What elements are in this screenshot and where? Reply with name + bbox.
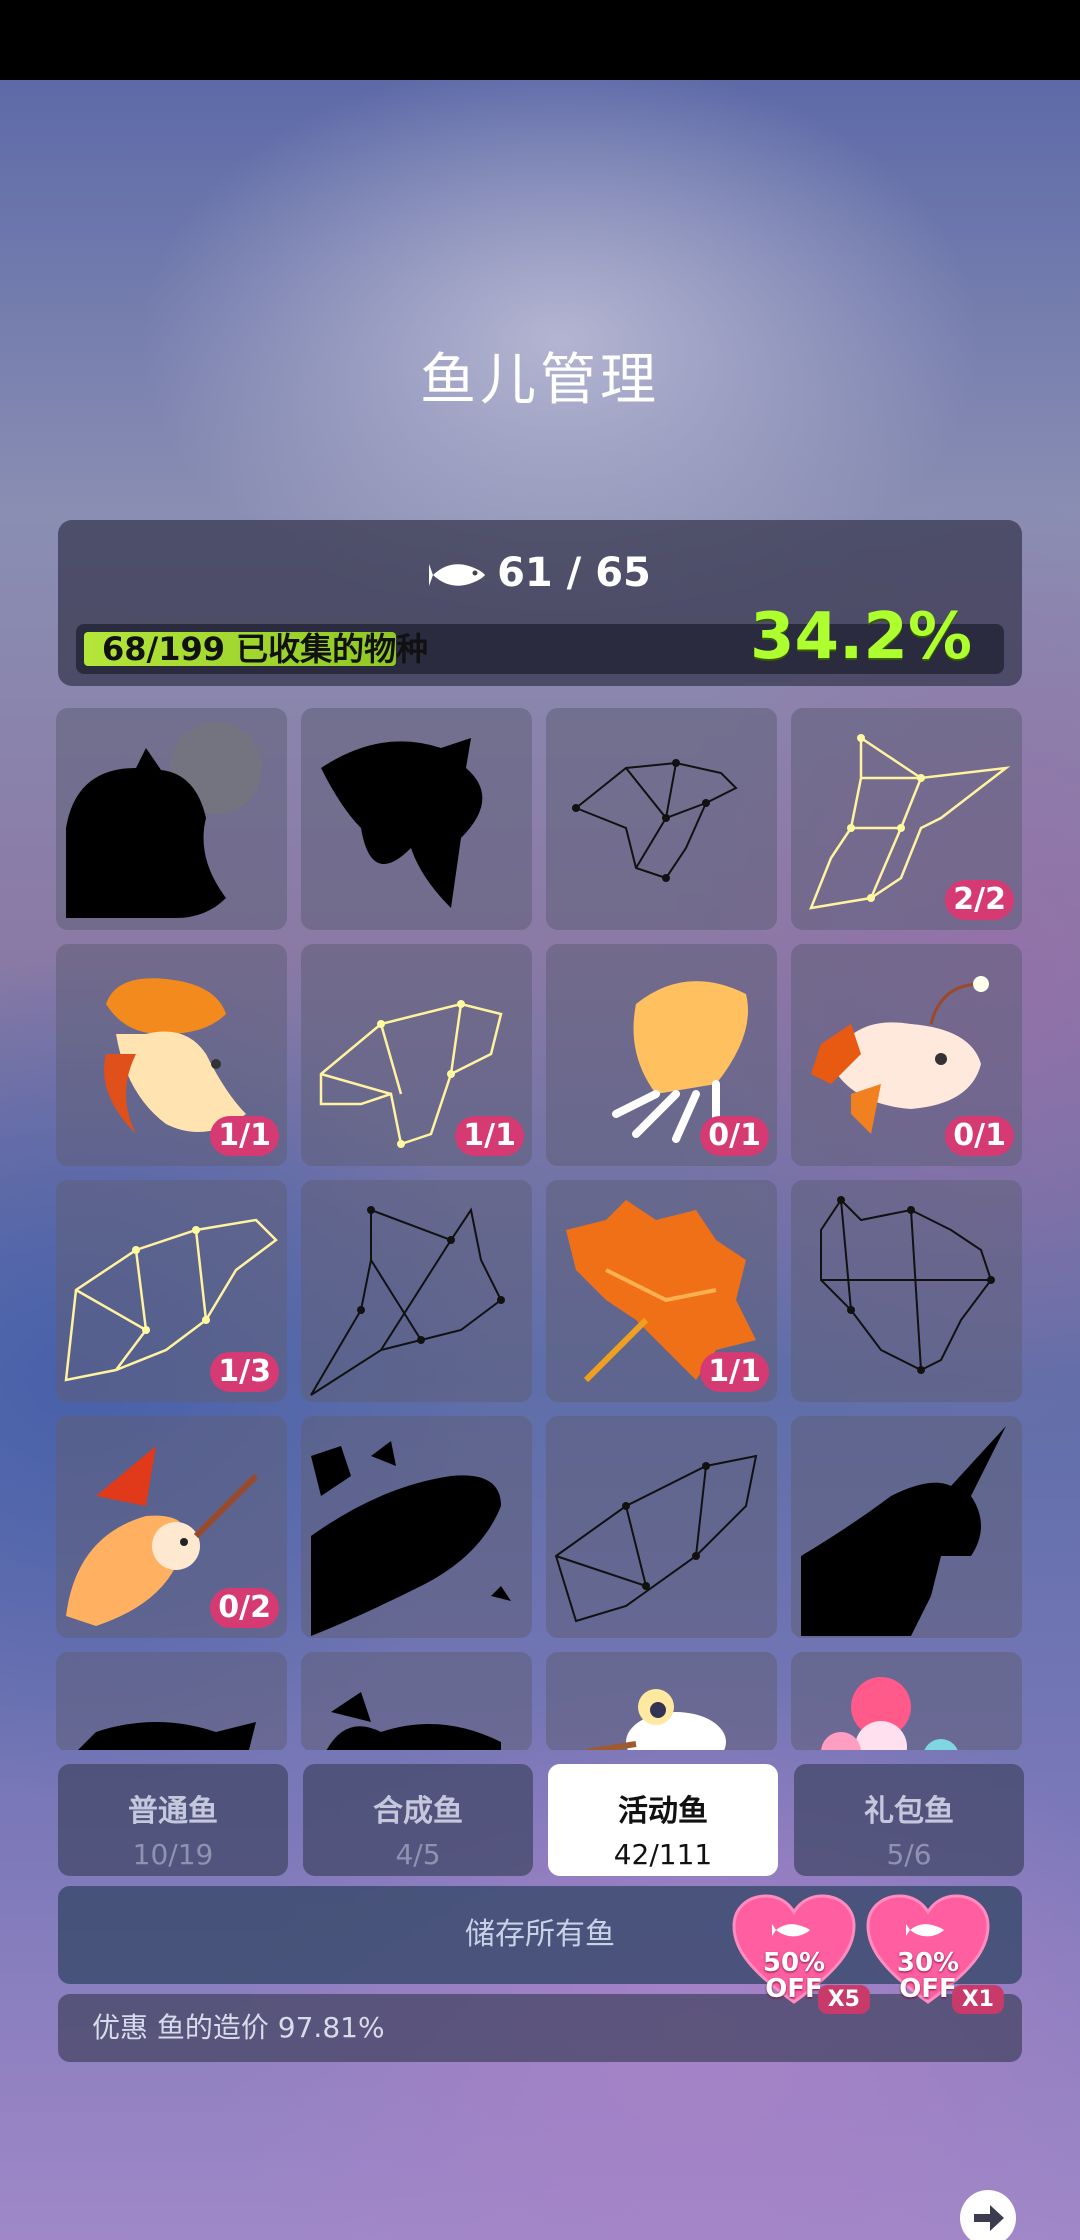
fish-tile-frog-constellation[interactable]: 1/1: [301, 944, 532, 1166]
tab-synthesized-fish[interactable]: 合成鱼 4/5: [303, 1764, 533, 1876]
fish-artwork-icon: [310, 1206, 505, 1396]
fish-artwork-icon: [820, 1196, 995, 1374]
fish-tile-whale-constellation[interactable]: [546, 1416, 777, 1638]
collection-count-badge: 0/2: [210, 1588, 279, 1628]
tab-count: 10/19: [132, 1838, 214, 1871]
coupon-50-off[interactable]: 50% OFF X5: [732, 1894, 870, 2014]
fish-tile-autumn-angler[interactable]: 0/1: [791, 944, 1022, 1166]
tab-label: 活动鱼: [618, 1794, 708, 1829]
fish-tile-partial-4[interactable]: [791, 1652, 1022, 1750]
category-tabs: 普通鱼 10/19 合成鱼 4/5 活动鱼 42/111 礼包鱼 5/6: [58, 1764, 1024, 1876]
fish-artwork-icon: [801, 1426, 1006, 1636]
fish-icon: [429, 564, 486, 586]
page-title: 鱼儿管理: [420, 348, 660, 413]
fish-tile-lantern-jellyfish[interactable]: 0/1: [546, 944, 777, 1166]
fish-tile-partial-2[interactable]: [301, 1652, 532, 1750]
fish-tile-bird-constellation[interactable]: [546, 708, 777, 930]
fish-artwork-icon: [821, 1677, 958, 1750]
fish-tile-partial-3[interactable]: [546, 1652, 777, 1750]
close-button[interactable]: 关闭: [948, 2190, 1028, 2240]
fish-management-screen: 鱼儿管理 61 / 65 68/199 已收集的物种 34.2% 2/2 1/1 1…: [0, 80, 1080, 2240]
fish-count-value: 61 / 65: [497, 550, 651, 596]
coupon-30-off[interactable]: 30% OFF X1: [866, 1894, 1004, 2014]
tab-event-fish[interactable]: 活动鱼 42/111: [548, 1764, 778, 1876]
fish-tile-unicorn-shadow[interactable]: [791, 1416, 1022, 1638]
fish-tile-partial-1[interactable]: [56, 1652, 287, 1750]
tab-gift-pack-fish[interactable]: 礼包鱼 5/6: [794, 1764, 1024, 1876]
species-progress-label: 68/199 已收集的物种: [102, 630, 429, 668]
tab-count: 42/111: [613, 1838, 713, 1871]
fish-artwork-icon: [321, 738, 483, 908]
collection-count-badge: 0/1: [700, 1116, 769, 1156]
fish-artwork-icon: [572, 759, 738, 882]
fish-tile-leaf-shadow[interactable]: [301, 708, 532, 930]
fish-grid[interactable]: 2/2 1/1 1/1 0/1 0/1 1/3 1/1 0/2: [56, 708, 1024, 1750]
fish-tile-cat-constellation[interactable]: [791, 1180, 1022, 1402]
fish-artwork-icon: [311, 1441, 511, 1636]
collection-count-badge: 1/1: [455, 1116, 524, 1156]
collection-count-badge: 1/1: [700, 1352, 769, 1392]
tab-label: 合成鱼: [373, 1794, 463, 1829]
collection-count-badge: 1/1: [210, 1116, 279, 1156]
status-bar: [0, 0, 1080, 80]
fish-tile-cat-moon[interactable]: [56, 708, 287, 930]
tab-label: 普通鱼: [128, 1794, 218, 1829]
fish-tile-mushroom-fish[interactable]: 1/1: [56, 944, 287, 1166]
fish-artwork-icon: [585, 1689, 726, 1750]
fish-tile-whale-shadow[interactable]: [301, 1416, 532, 1638]
tab-count: 5/6: [886, 1838, 932, 1871]
collection-percent: 34.2%: [749, 600, 972, 674]
collection-count-badge: 0/1: [945, 1116, 1014, 1156]
fish-artwork-icon: [326, 1692, 501, 1750]
fish-tile-dolphin-constellation[interactable]: 1/3: [56, 1180, 287, 1402]
coupon-multiplier: X5: [817, 1985, 870, 2014]
fish-artwork-icon: [554, 1454, 758, 1623]
fish-artwork-icon: [66, 722, 262, 918]
collection-summary: 61 / 65 68/199 已收集的物种 34.2%: [58, 520, 1022, 686]
tab-count: 4/5: [395, 1838, 441, 1871]
fish-tile-maple-leaf-fish[interactable]: 1/1: [546, 1180, 777, 1402]
fish-artwork-icon: [78, 1722, 256, 1750]
fish-tile-swordfish-constellation[interactable]: 2/2: [791, 708, 1022, 930]
collection-count-badge: 1/3: [210, 1352, 279, 1392]
tab-label: 礼包鱼: [864, 1794, 954, 1829]
coupon-multiplier: X1: [951, 1985, 1004, 2014]
fish-tile-ray-constellation[interactable]: [301, 1180, 532, 1402]
collection-count-badge: 2/2: [945, 880, 1014, 920]
fish-tile-fox-branch[interactable]: 0/2: [56, 1416, 287, 1638]
tab-normal-fish[interactable]: 普通鱼 10/19: [58, 1764, 288, 1876]
fish-count: 61 / 65: [58, 550, 1022, 596]
arrow-right-icon: [960, 2190, 1016, 2240]
